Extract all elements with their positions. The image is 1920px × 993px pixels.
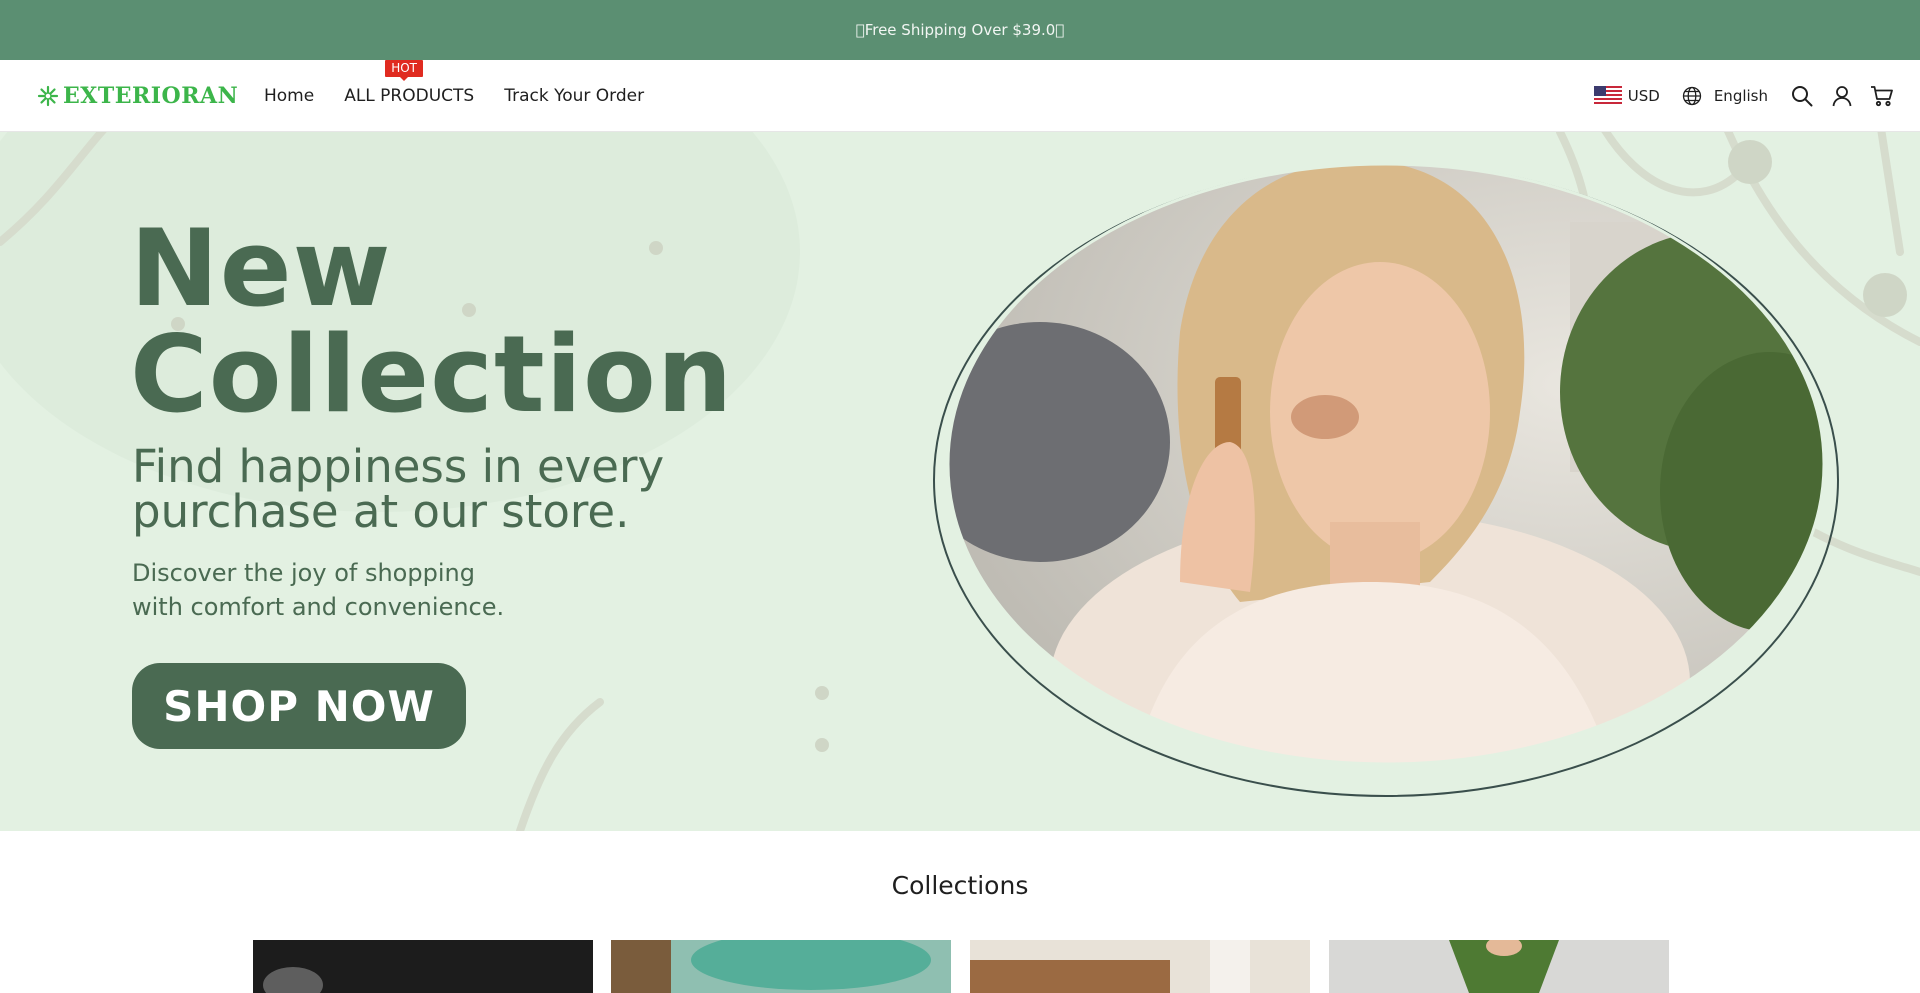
nav-home[interactable]: Home [264,86,314,106]
logo-text: EXTERIORAN [63,83,239,109]
account-icon [1832,86,1852,107]
hero-title-line-2: Collection [130,313,734,436]
announcement-bar: Free Shipping Over $39.0 [0,0,1920,60]
us-flag-icon [1593,86,1622,106]
site-header: EXTERIORAN Home HOT ALL PRODUCTS Track Y… [0,60,1920,132]
collection-image [253,940,593,993]
hero-title-line-1: New [130,207,392,330]
hero-description: Discover the joy of shopping with comfor… [132,556,732,624]
search-icon [1792,86,1813,107]
hero-description-line-2: with comfort and convenience. [132,593,505,621]
search-button[interactable] [1790,84,1814,108]
hot-badge: HOT [385,60,424,81]
currency-label: USD [1627,87,1660,105]
collection-card[interactable] [970,940,1310,993]
collection-image [1329,940,1669,993]
currency-selector[interactable]: USD [1593,86,1660,106]
language-label: English [1713,87,1768,105]
cart-icon [1871,86,1893,107]
cart-button[interactable] [1870,84,1894,108]
collection-image [611,940,951,993]
header-actions: USD English [1593,60,1894,132]
hero-subtitle: Find happiness in every purchase at our … [132,440,665,538]
collection-card[interactable] [253,940,593,993]
account-button[interactable] [1830,84,1854,108]
collection-card[interactable] [611,940,951,993]
language-selector[interactable]: English [1682,86,1768,106]
shop-now-button[interactable]: SHOP NOW [132,663,466,749]
nav-all-products-label: ALL PRODUCTS [344,86,475,106]
nav-track-order[interactable]: Track Your Order [504,86,644,106]
main-nav: Home HOT ALL PRODUCTS Track Your Order [264,60,644,132]
collection-card[interactable] [1329,940,1669,993]
hero-model-photo [933,162,1839,797]
nav-all-products[interactable]: HOT ALL PRODUCTS [344,60,475,106]
hero-title: New Collection [130,216,733,428]
globe-icon [1682,86,1701,106]
hero-banner: New Collection Find happiness in every p… [0,132,1920,831]
collection-image [970,940,1310,993]
store-logo[interactable]: EXTERIORAN [37,82,238,110]
hero-description-line-1: Discover the joy of shopping [132,559,475,587]
collections-heading: Collections [891,871,1029,900]
logo-mark-icon [37,85,59,107]
collections-grid [253,940,1669,993]
announcement-text: Free Shipping Over $39.0 [856,21,1065,39]
